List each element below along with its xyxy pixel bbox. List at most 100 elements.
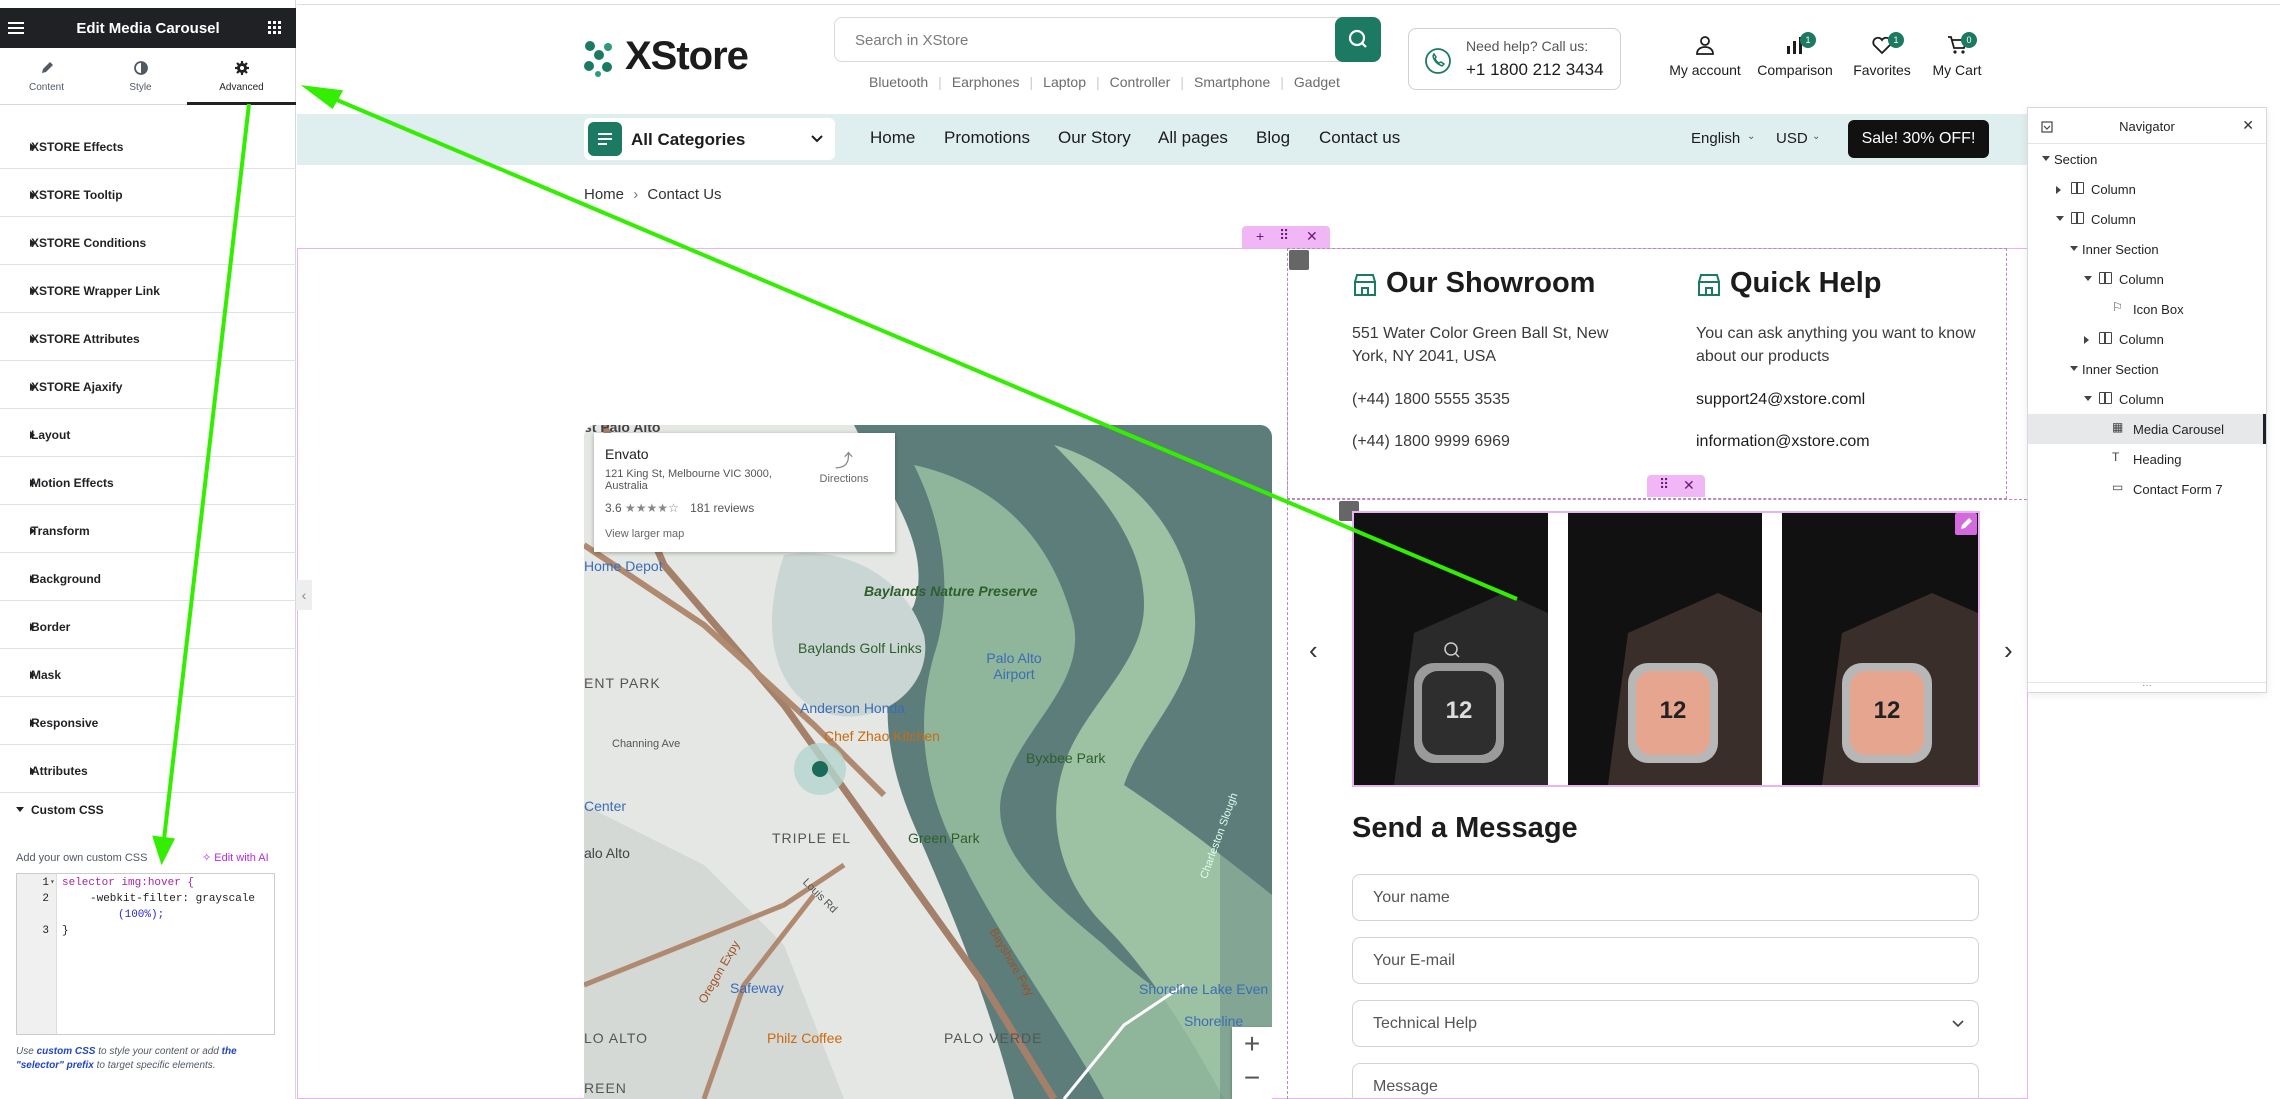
showroom-phone-2[interactable]: (+44) 1800 9999 6969	[1352, 430, 1510, 453]
quick-link[interactable]: Controller	[1110, 74, 1171, 90]
reviews-link[interactable]: 181 reviews	[690, 501, 754, 515]
navigator-item-column[interactable]: Column	[2028, 324, 2266, 354]
custom-css-editor[interactable]: 1 ▾ 2 3 selector img:hover { -webkit-fil…	[16, 873, 275, 1035]
edit-with-ai-link[interactable]: ✧ Edit with AI	[202, 851, 269, 864]
close-icon[interactable]: ✕	[1306, 228, 1318, 245]
topic-select[interactable]: Technical Help	[1352, 1000, 1979, 1047]
drag-icon[interactable]: ⠿	[1279, 227, 1289, 244]
email-field[interactable]: Your E-mail	[1352, 937, 1979, 984]
add-icon[interactable]: +	[1256, 228, 1264, 244]
carousel-slide[interactable]: 12	[1782, 513, 1978, 785]
caret-down-icon[interactable]	[2056, 216, 2064, 221]
help-box[interactable]: Need help? Call us: +1 1800 212 3434	[1408, 28, 1621, 90]
breadcrumb-home[interactable]: Home	[584, 186, 624, 203]
zoom-in-button[interactable]: +	[1232, 1027, 1272, 1063]
panel-section-xstore-ajaxify[interactable]: XSTORE Ajaxify	[0, 361, 296, 409]
carousel-slide[interactable]: 12	[1568, 513, 1762, 785]
drag-icon[interactable]: ⠿	[1659, 476, 1669, 493]
search-input[interactable]: Search in XStore	[855, 32, 968, 49]
navigator-item-inner-section[interactable]: Inner Section	[2028, 354, 2266, 384]
navigator-item-column[interactable]: Column	[2028, 204, 2266, 234]
site-logo[interactable]: XStore	[581, 34, 749, 78]
widgets-grid-icon[interactable]	[268, 21, 282, 35]
message-field[interactable]: Message	[1352, 1063, 1979, 1099]
column-handle-icon[interactable]	[1289, 250, 1309, 270]
panel-section-attributes[interactable]: Attributes	[0, 745, 296, 793]
panel-collapse-toggle[interactable]: ‹	[296, 580, 312, 610]
comparison-link[interactable]: Comparison 1	[1752, 32, 1838, 78]
currency-selector[interactable]: USD	[1776, 130, 1808, 147]
my-account-link[interactable]: My account	[1665, 34, 1745, 78]
close-icon[interactable]: ✕	[2242, 117, 2254, 134]
caret-down-icon[interactable]	[2070, 246, 2078, 251]
caret-down-icon[interactable]	[2084, 396, 2092, 401]
nav-home[interactable]: Home	[870, 128, 915, 148]
navigator-item-heading[interactable]: T Heading	[2028, 444, 2266, 474]
caret-right-icon[interactable]	[2084, 336, 2089, 344]
support-email[interactable]: support24@xstore.coml	[1696, 388, 1865, 411]
panel-section-xstore-attributes[interactable]: XSTORE Attributes	[0, 313, 296, 361]
showroom-phone-1[interactable]: (+44) 1800 5555 3535	[1352, 388, 1510, 411]
panel-section-xstore-conditions[interactable]: XSTORE Conditions	[0, 217, 296, 265]
tab-style[interactable]: Style	[94, 52, 187, 105]
panel-section-background[interactable]: Background	[0, 553, 296, 601]
media-carousel[interactable]: 12 12 12	[1352, 511, 1980, 787]
directions-button[interactable]: ⤴ Directions	[814, 447, 874, 485]
panel-section-layout[interactable]: Layout	[0, 409, 296, 457]
sale-button[interactable]: Sale! 30% OFF!	[1848, 120, 1989, 158]
zoom-out-button[interactable]: −	[1232, 1063, 1272, 1099]
quick-link[interactable]: Laptop	[1043, 74, 1086, 90]
search-bar[interactable]: Search in XStore	[834, 17, 1381, 62]
carousel-prev-arrow[interactable]: ‹	[1309, 635, 1318, 666]
navigator-item-column[interactable]: Column	[2028, 174, 2266, 204]
custom-css-link[interactable]: custom CSS	[37, 1046, 96, 1057]
all-categories-dropdown[interactable]: All Categories	[584, 118, 835, 160]
navigator-item-section[interactable]: Section	[2028, 144, 2266, 174]
search-button[interactable]	[1335, 17, 1381, 62]
language-selector[interactable]: English	[1691, 130, 1740, 147]
navigator-item-column[interactable]: Column	[2028, 264, 2266, 294]
navigator-item-inner-section[interactable]: Inner Section	[2028, 234, 2266, 264]
navigator-item-contact-form-7[interactable]: ▭ Contact Form 7	[2028, 474, 2266, 504]
inner-section-handle[interactable]: ⠿ ✕	[1647, 475, 1705, 497]
nav-contact-us[interactable]: Contact us	[1319, 128, 1400, 148]
panel-section-motion-effects[interactable]: Motion Effects	[0, 457, 296, 505]
panel-section-mask[interactable]: Mask	[0, 649, 296, 697]
custom-css-heading[interactable]: Custom CSS	[0, 792, 296, 828]
panel-section-xstore-tooltip[interactable]: XSTORE Tooltip	[0, 169, 296, 217]
section-handle[interactable]: + ⠿ ✕	[1242, 226, 1330, 248]
caret-right-icon[interactable]	[2056, 186, 2061, 194]
fold-icon[interactable]: ▾	[50, 877, 55, 887]
caret-down-icon[interactable]	[2070, 366, 2078, 371]
carousel-next-arrow[interactable]: ›	[2004, 635, 2013, 666]
resize-handle[interactable]: ···	[2028, 681, 2266, 692]
caret-down-icon[interactable]	[2042, 156, 2050, 161]
nav-all-pages[interactable]: All pages	[1158, 128, 1228, 148]
navigator-item-media-carousel[interactable]: ▦ Media Carousel	[2028, 414, 2266, 444]
name-field[interactable]: Your name	[1352, 874, 1979, 921]
panel-section-border[interactable]: Border	[0, 601, 296, 649]
navigator-item-icon-box[interactable]: ⚐ Icon Box	[2028, 294, 2266, 324]
nav-our-story[interactable]: Our Story	[1058, 128, 1131, 148]
quick-link[interactable]: Bluetooth	[869, 74, 928, 90]
help-phone[interactable]: +1 1800 212 3434	[1466, 60, 1604, 80]
caret-down-icon[interactable]	[2084, 276, 2092, 281]
carousel-slide[interactable]: 12	[1354, 513, 1548, 785]
tab-advanced[interactable]: Advanced	[187, 52, 296, 105]
quick-link[interactable]: Smartphone	[1194, 74, 1270, 90]
quick-link[interactable]: Earphones	[952, 74, 1020, 90]
nav-blog[interactable]: Blog	[1256, 128, 1290, 148]
panel-section-xstore-effects[interactable]: XSTORE Effects	[0, 121, 296, 169]
favorites-link[interactable]: Favorites 1	[1848, 32, 1916, 78]
panel-section-transform[interactable]: Transform	[0, 505, 296, 553]
edit-widget-button[interactable]	[1955, 513, 1977, 535]
tab-content[interactable]: Content	[0, 52, 93, 105]
cart-link[interactable]: My Cart 0	[1925, 32, 1989, 78]
info-email[interactable]: information@xstore.com	[1696, 430, 1870, 453]
nav-promotions[interactable]: Promotions	[944, 128, 1030, 148]
close-icon[interactable]: ✕	[1683, 477, 1695, 494]
panel-section-xstore-wrapper-link[interactable]: XSTORE Wrapper Link	[0, 265, 296, 313]
larger-map-link[interactable]: View larger map	[605, 528, 684, 540]
navigator-item-column[interactable]: Column	[2028, 384, 2266, 414]
quick-link[interactable]: Gadget	[1294, 74, 1340, 90]
